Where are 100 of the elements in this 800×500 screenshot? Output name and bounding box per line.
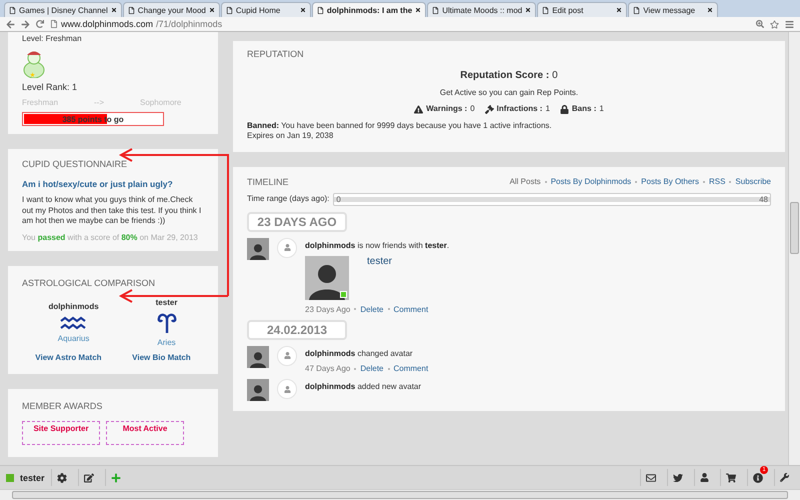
- separator-dot: [729, 180, 732, 183]
- separator-dot: [388, 308, 390, 310]
- envelope-icon: [646, 472, 656, 482]
- timeline-filter-link[interactable]: Posts By Others: [641, 177, 699, 186]
- scrollbar-thumb[interactable]: [12, 491, 788, 499]
- username: tester: [20, 472, 45, 482]
- username: dolphinmods: [48, 302, 99, 312]
- person-silhouette-icon: [249, 242, 267, 260]
- questionnaire-result: You passed with a score of 80% on Mar 29, 2013: [22, 232, 199, 244]
- browser-tab[interactable]: dolphinmods: I am the: [312, 2, 426, 17]
- forward-icon[interactable]: [21, 20, 30, 28]
- activity-text: dolphinmods changed avatar: [305, 348, 413, 360]
- zodiac-sign-link[interactable]: Aries: [157, 338, 176, 348]
- page-icon: [9, 6, 16, 14]
- arrow-text: -->: [94, 98, 104, 108]
- range-min: 0: [336, 194, 341, 204]
- rank-label: Sophomore: [140, 98, 182, 108]
- zodiac-sign-link[interactable]: Aquarius: [58, 334, 90, 344]
- activity-action-link[interactable]: Comment: [394, 364, 428, 374]
- separator-dot: [354, 368, 356, 370]
- date-label: 23 DAYS AGO: [247, 212, 347, 232]
- stat-label: Warnings :: [426, 104, 468, 115]
- person-icon: [284, 244, 290, 252]
- activity-action-link[interactable]: Comment: [394, 304, 428, 314]
- ban-notice: Banned: You have been banned for 9999 days because you have 1 active infractions.: [247, 120, 553, 132]
- menu-icon[interactable]: [785, 20, 794, 28]
- browser-tab[interactable]: Cupid Home: [220, 2, 311, 17]
- level-rank-text: Level Rank: 1: [22, 82, 78, 94]
- date-label: 24.02.2013: [247, 320, 347, 340]
- page-icon: [316, 6, 324, 14]
- close-icon[interactable]: [707, 7, 714, 13]
- zoom-icon[interactable]: [756, 20, 764, 28]
- username: tester: [156, 298, 178, 308]
- person-icon: [284, 352, 290, 360]
- ban-expiry: Expires on Jan 19, 2038: [247, 131, 334, 142]
- activity-text: dolphinmods is now friends with tester.: [305, 240, 450, 251]
- stat-value: 0: [470, 104, 475, 115]
- level-text: Level: Freshman: [22, 34, 83, 44]
- section-heading: TIMELINE: [247, 176, 289, 187]
- close-icon[interactable]: [208, 7, 215, 13]
- reputation-score-label: Reputation Score :: [460, 69, 550, 82]
- friend-name-link[interactable]: tester: [367, 256, 392, 267]
- activity-action-link[interactable]: Delete: [360, 304, 384, 314]
- stat-value: 1: [545, 104, 550, 115]
- info-icon: [753, 472, 763, 482]
- bookmark-star-icon[interactable]: [770, 20, 779, 28]
- activity-time: 47 Days Ago: [305, 364, 350, 374]
- page-icon: [542, 6, 550, 14]
- match-link[interactable]: View Bio Match: [132, 353, 191, 362]
- separator-dot: [354, 308, 356, 310]
- range-label: Time range (days ago):: [247, 194, 330, 204]
- timeline-filter-link[interactable]: Posts By Dolphinmods: [550, 177, 632, 186]
- scrollbar-thumb[interactable]: [790, 202, 799, 254]
- reload-icon[interactable]: [36, 20, 44, 28]
- stat-label: Bans :: [572, 104, 596, 115]
- online-status-icon: [6, 474, 14, 482]
- wrench-icon: [780, 473, 789, 482]
- reputation-hint: Get Active so you can gain Rep Points.: [438, 88, 580, 98]
- page-icon: [633, 6, 640, 14]
- online-status-icon: [340, 290, 347, 298]
- close-icon[interactable]: [110, 7, 117, 13]
- time-range-slider[interactable]: 0 48: [333, 192, 771, 206]
- section-heading: REPUTATION: [247, 49, 305, 59]
- close-icon[interactable]: [525, 7, 532, 13]
- browser-tab[interactable]: View message: [628, 2, 718, 17]
- back-icon[interactable]: [6, 20, 15, 28]
- questionnaire-link[interactable]: Am i hot/sexy/cute or just plain ugly?: [22, 179, 204, 190]
- page-icon: [128, 6, 135, 14]
- gear-icon: [56, 472, 67, 482]
- person-silhouette-icon: [249, 383, 267, 402]
- timeline-filter-link[interactable]: All Posts: [510, 177, 541, 186]
- browser-tab[interactable]: Games | Disney Channel: [4, 2, 122, 17]
- award-badge: Most Active: [106, 421, 184, 446]
- match-link[interactable]: View Astro Match: [35, 353, 102, 362]
- plus-icon: [110, 472, 121, 482]
- timeline-filter-link[interactable]: Subscribe: [735, 177, 771, 186]
- separator-dot: [388, 368, 390, 370]
- timeline-filter-link[interactable]: RSS: [708, 177, 726, 186]
- separator-dot: [635, 180, 638, 183]
- activity-time: 23 Days Ago: [305, 304, 350, 314]
- bird-icon: [673, 472, 683, 482]
- section-heading: CUPID QUESTIONNAIRE: [22, 159, 128, 170]
- warning-icon: [414, 105, 424, 114]
- aquarius-sign-icon: [60, 316, 88, 330]
- close-icon[interactable]: [616, 7, 622, 13]
- close-icon[interactable]: [300, 7, 306, 13]
- separator-dot: [544, 180, 547, 183]
- browser-tab[interactable]: Edit post: [537, 2, 628, 17]
- page-icon: [50, 20, 58, 28]
- cart-icon: [726, 472, 736, 482]
- reputation-score: 0: [552, 69, 558, 82]
- section-heading: MEMBER AWARDS: [22, 401, 104, 412]
- aries-sign-icon: [156, 312, 178, 334]
- separator-dot: [702, 180, 705, 183]
- activity-action-link[interactable]: Delete: [360, 364, 384, 374]
- close-icon[interactable]: [415, 7, 422, 13]
- stat-value: 1: [599, 104, 604, 115]
- browser-tab[interactable]: Change your Mood: [122, 2, 220, 17]
- rank-label: Freshman: [22, 98, 58, 108]
- browser-tab[interactable]: Ultimate Moods :: mod: [427, 2, 536, 17]
